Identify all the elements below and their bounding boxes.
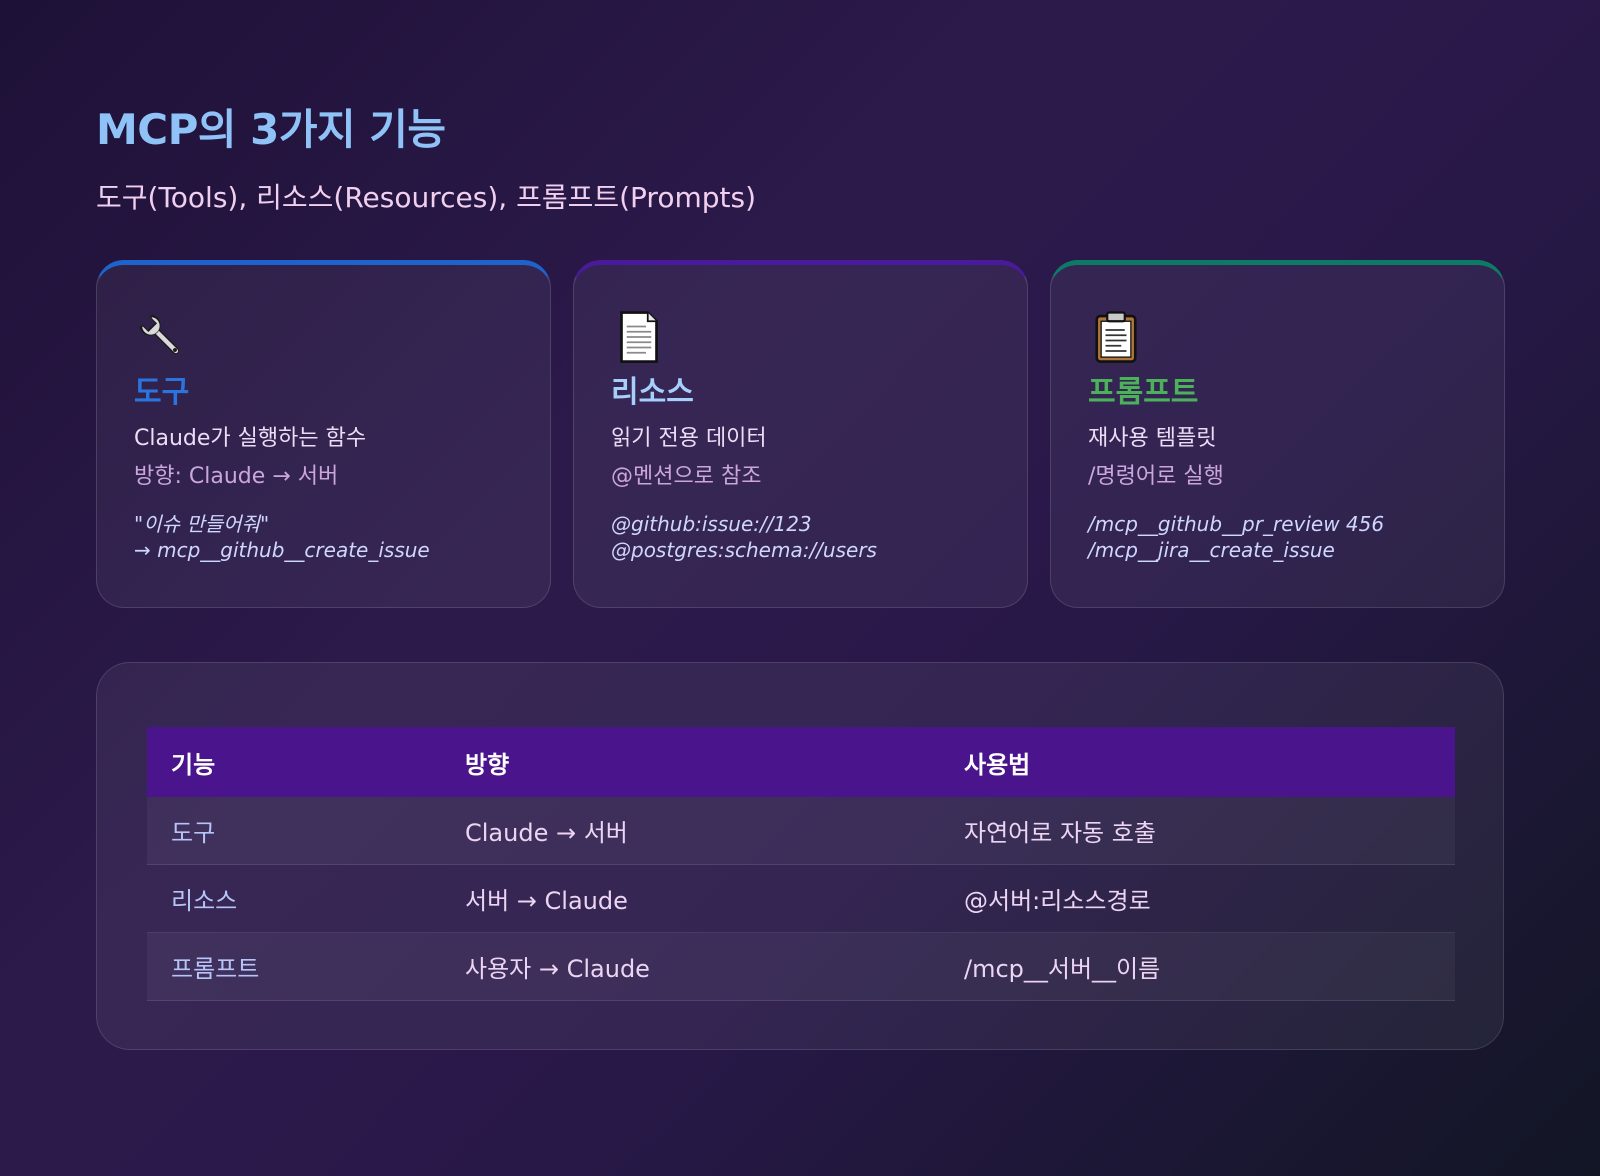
page-title: MCP의 3가지 기능 <box>96 105 446 154</box>
card-title: 리소스 <box>611 375 694 410</box>
card-description: 읽기 전용 데이터 <box>611 426 767 451</box>
cell-usage: /mcp__서버__이름 <box>940 932 1455 1001</box>
cell-direction: 사용자 → Claude <box>441 932 940 1001</box>
table-header-row: 기능 방향 사용법 <box>147 727 1455 797</box>
feature-cards: 도구 Claude가 실행하는 함수 방향: Claude → 서버 "이슈 만… <box>96 260 1505 608</box>
card-example: /mcp__github__pr_review 456 /mcp__jira__… <box>1088 511 1468 563</box>
slide: MCP의 3가지 기능 도구(Tools), 리소스(Resources), 프… <box>96 0 1505 1176</box>
example-line: /mcp__github__pr_review 456 <box>1088 512 1385 536</box>
document-icon <box>620 311 658 363</box>
comparison-table: 기능 방향 사용법 도구 Claude → 서버 자연어로 자동 호출 리소스 … <box>147 727 1455 1001</box>
comparison-table-panel: 기능 방향 사용법 도구 Claude → 서버 자연어로 자동 호출 리소스 … <box>96 662 1504 1050</box>
card-detail: 방향: Claude → 서버 <box>134 464 339 489</box>
prompts-card: 프롬프트 재사용 템플릿 /명령어로 실행 /mcp__github__pr_r… <box>1050 260 1505 608</box>
cell-usage: 자연어로 자동 호출 <box>940 797 1455 865</box>
card-example: @github:issue://123 @postgres:schema://u… <box>611 511 991 563</box>
card-title: 도구 <box>134 375 190 410</box>
example-line: → mcp__github__create_issue <box>134 538 430 562</box>
table-row: 리소스 서버 → Claude @서버:리소스경로 <box>147 864 1455 933</box>
example-line: /mcp__jira__create_issue <box>1088 538 1335 562</box>
table-row: 프롬프트 사용자 → Claude /mcp__서버__이름 <box>147 932 1455 1001</box>
page-subtitle: 도구(Tools), 리소스(Resources), 프롬프트(Prompts) <box>96 181 756 214</box>
cell-usage: @서버:리소스경로 <box>940 864 1455 933</box>
cell-feature: 도구 <box>147 797 441 865</box>
cell-direction: Claude → 서버 <box>441 797 940 865</box>
wrench-icon <box>139 314 180 355</box>
example-line: "이슈 만들어줘" <box>134 512 270 536</box>
column-header-feature: 기능 <box>147 727 441 797</box>
example-line: @github:issue://123 <box>611 512 812 536</box>
card-title: 프롬프트 <box>1088 375 1199 410</box>
card-example: "이슈 만들어줘" → mcp__github__create_issue <box>134 511 514 563</box>
resources-card: 리소스 읽기 전용 데이터 @멘션으로 참조 @github:issue://1… <box>573 260 1028 608</box>
card-description: 재사용 템플릿 <box>1088 426 1217 451</box>
card-description: Claude가 실행하는 함수 <box>134 426 367 451</box>
table-row: 도구 Claude → 서버 자연어로 자동 호출 <box>147 797 1455 865</box>
cell-direction: 서버 → Claude <box>441 864 940 933</box>
example-line: @postgres:schema://users <box>611 538 877 562</box>
tools-card: 도구 Claude가 실행하는 함수 방향: Claude → 서버 "이슈 만… <box>96 260 551 608</box>
cell-feature: 리소스 <box>147 864 441 933</box>
card-detail: @멘션으로 참조 <box>611 464 762 489</box>
clipboard-icon <box>1095 311 1137 363</box>
column-header-usage: 사용법 <box>940 727 1455 797</box>
card-detail: /명령어로 실행 <box>1088 464 1224 489</box>
cell-feature: 프롬프트 <box>147 932 441 1001</box>
column-header-direction: 방향 <box>441 727 940 797</box>
